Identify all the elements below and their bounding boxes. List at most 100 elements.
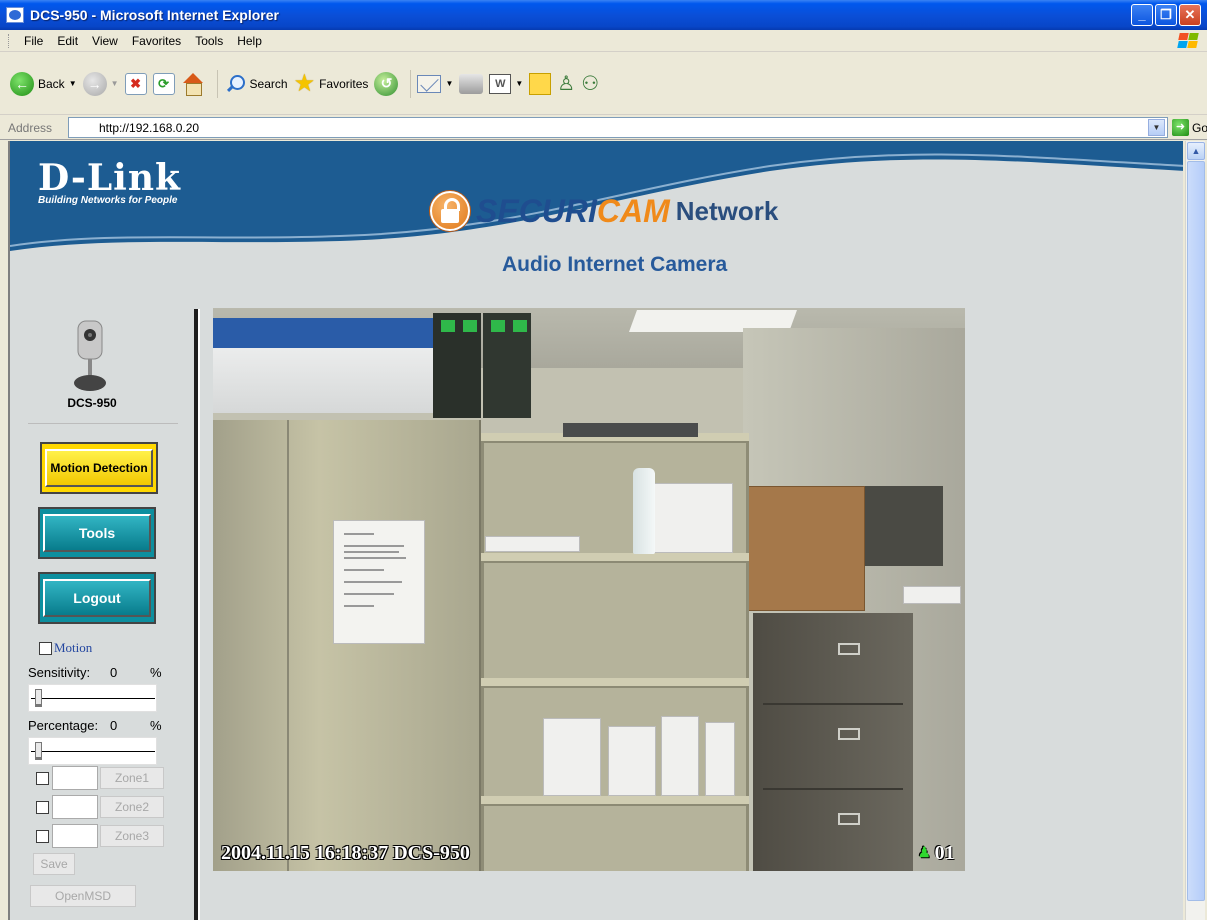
sensitivity-slider[interactable]: [28, 684, 157, 712]
motion-checkbox[interactable]: [39, 641, 52, 655]
sensitivity-value: 0: [110, 665, 118, 680]
menu-file[interactable]: File: [17, 34, 50, 48]
zone3-input[interactable]: [52, 824, 98, 848]
maximize-button[interactable]: ❐: [1155, 4, 1177, 26]
tools-button[interactable]: Tools: [38, 507, 156, 559]
chevron-down-icon[interactable]: ▼: [1148, 119, 1165, 136]
address-input[interactable]: http://192.168.0.20 ▼: [68, 117, 1168, 138]
logout-label: Logout: [73, 590, 121, 606]
video-white-box: [485, 536, 580, 552]
zone3-row: Zone3: [36, 824, 164, 848]
percentage-row: Percentage: 0 %: [28, 718, 162, 733]
scroll-thumb[interactable]: [1187, 161, 1205, 901]
brand-tagline: Building Networks for People: [38, 195, 178, 206]
menu-edit[interactable]: Edit: [50, 34, 85, 48]
zone3-button[interactable]: Zone3: [100, 825, 164, 847]
video-box-label: [213, 318, 441, 348]
research-button[interactable]: ♙: [557, 71, 575, 96]
video-green-tag: [491, 320, 505, 332]
video-cardboard-box: [745, 486, 865, 611]
motion-toggle: Motion: [39, 640, 92, 656]
refresh-button[interactable]: ⟳: [152, 72, 175, 95]
toolbar-separator: [216, 69, 218, 98]
toolbar-separator: [410, 69, 412, 98]
stop-button[interactable]: ✖: [124, 72, 147, 95]
slider-handle[interactable]: [35, 742, 42, 760]
search-button[interactable]: Search: [224, 73, 288, 95]
menu-favorites[interactable]: Favorites: [125, 34, 188, 48]
video-drawer-line: [763, 788, 903, 790]
forward-button[interactable]: → ▼: [82, 71, 119, 96]
note-icon: [529, 72, 552, 95]
zone2-input[interactable]: [52, 795, 98, 819]
zone3-checkbox[interactable]: [36, 829, 49, 843]
go-button[interactable]: ➜ Go: [1172, 119, 1207, 136]
video-paper: [333, 520, 425, 644]
scroll-up-arrow-icon[interactable]: ▲: [1187, 142, 1205, 160]
product-line-part1: SECURI: [476, 192, 597, 229]
openmsd-button[interactable]: OpenMSD: [30, 885, 136, 907]
back-button[interactable]: ← Back ▼: [10, 71, 77, 96]
logout-button[interactable]: Logout: [38, 572, 156, 624]
print-button[interactable]: [459, 73, 484, 94]
camera-name: DCS-950: [67, 396, 117, 410]
ie-icon: [6, 7, 24, 23]
history-button[interactable]: ↺: [374, 71, 399, 96]
save-button[interactable]: Save: [33, 853, 75, 875]
mail-button[interactable]: ▼: [417, 74, 453, 93]
sensitivity-label: Sensitivity:: [28, 665, 91, 680]
print-icon: [459, 73, 484, 94]
menu-view[interactable]: View: [85, 34, 125, 48]
chevron-down-icon[interactable]: ▼: [515, 79, 523, 88]
menu-tools[interactable]: Tools: [188, 34, 230, 48]
slider-handle[interactable]: [35, 689, 42, 707]
close-button[interactable]: ✕: [1179, 4, 1201, 26]
zone2-button[interactable]: Zone2: [100, 796, 164, 818]
minimize-button[interactable]: _: [1131, 4, 1153, 26]
percentage-unit: %: [150, 718, 162, 733]
go-arrow-icon: ➜: [1172, 119, 1189, 136]
video-channel: 01: [934, 842, 955, 864]
page-viewport: D-Link Building Networks for People SECU…: [8, 141, 1183, 920]
percentage-value: 0: [110, 718, 118, 733]
zone1-row: Zone1: [36, 766, 164, 790]
zone1-input[interactable]: [52, 766, 98, 790]
zone1-checkbox[interactable]: [36, 771, 49, 785]
search-label: Search: [249, 76, 288, 91]
zone2-checkbox[interactable]: [36, 800, 49, 814]
menu-bar: File Edit View Favorites Tools Help: [0, 30, 1207, 52]
favorites-label: Favorites: [319, 76, 369, 91]
lock-icon: [430, 191, 470, 231]
person-icon: ♟: [918, 846, 931, 861]
discuss-button[interactable]: [529, 72, 552, 95]
search-icon: [224, 73, 246, 95]
stop-icon: ✖: [124, 72, 147, 95]
chevron-down-icon[interactable]: ▼: [69, 79, 77, 88]
chevron-down-icon[interactable]: ▼: [445, 79, 453, 88]
live-video[interactable]: 2004.11.15 16:18:37 DCS-950 ♟ 01: [213, 308, 965, 871]
go-label: Go: [1192, 120, 1207, 135]
mail-icon: [417, 74, 442, 93]
video-green-tag: [463, 320, 477, 332]
messenger-button[interactable]: ⚇: [581, 71, 599, 96]
panel-divider: [194, 309, 200, 920]
zone1-button[interactable]: Zone1: [100, 767, 164, 789]
product-title: Audio Internet Camera: [502, 253, 728, 276]
messenger-icon: ⚇: [581, 73, 600, 95]
edit-button[interactable]: W ▼: [489, 73, 523, 94]
video-drawer-handle: [838, 728, 860, 740]
video-bottle: [633, 468, 655, 554]
video-white-box: [661, 716, 699, 796]
chevron-down-icon[interactable]: ▼: [111, 79, 119, 88]
motion-detection-button[interactable]: Motion Detection: [40, 442, 158, 494]
vertical-scrollbar[interactable]: ▲: [1185, 141, 1205, 920]
favorites-button[interactable]: ★ Favorites: [293, 69, 369, 97]
home-button[interactable]: [181, 72, 205, 96]
sensitivity-unit: %: [150, 665, 162, 680]
sensitivity-row: Sensitivity: 0 %: [28, 665, 162, 680]
percentage-slider[interactable]: [28, 737, 157, 765]
star-icon: ★: [293, 69, 316, 97]
video-green-tag: [441, 320, 455, 332]
window-titlebar: DCS-950 - Microsoft Internet Explorer _ …: [0, 0, 1207, 30]
menu-help[interactable]: Help: [230, 34, 269, 48]
